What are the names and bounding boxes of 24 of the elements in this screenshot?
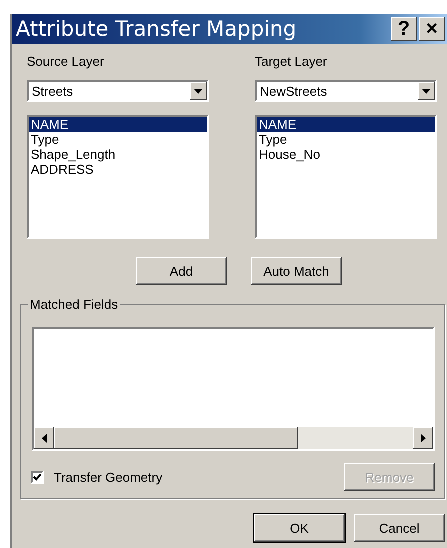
window-title: Attribute Transfer Mapping xyxy=(16,17,297,41)
field-item[interactable]: NAME xyxy=(257,117,435,132)
field-item[interactable]: Type xyxy=(29,132,207,147)
layer-label: Source Layer xyxy=(27,54,106,71)
horizontal-scrollbar[interactable] xyxy=(34,427,433,449)
layer-dropdown[interactable]: NewStreets xyxy=(255,80,437,102)
scroll-left-icon[interactable] xyxy=(34,427,54,449)
action-button[interactable]: Auto Match xyxy=(251,257,342,285)
field-item[interactable]: ADDRESS xyxy=(29,162,207,177)
layer-dropdown[interactable]: Streets xyxy=(27,80,209,102)
scroll-right-icon[interactable] xyxy=(413,427,433,449)
help-button[interactable]: ? xyxy=(391,17,417,41)
action-button[interactable]: Add xyxy=(136,257,227,285)
field-item[interactable]: NAME xyxy=(29,117,207,132)
checkbox[interactable] xyxy=(31,470,44,484)
close-button[interactable]: × xyxy=(419,17,445,41)
field-item[interactable]: Type xyxy=(257,132,435,147)
checkbox-label: Transfer Geometry xyxy=(54,470,163,484)
field-item[interactable]: Shape_Length xyxy=(29,147,207,162)
field-item[interactable]: House_No xyxy=(257,147,435,162)
scroll-thumb[interactable] xyxy=(54,427,298,449)
layer-label: Target Layer xyxy=(255,54,328,71)
dialog-button[interactable]: OK xyxy=(254,514,345,542)
dialog-button[interactable]: Cancel xyxy=(354,514,445,542)
